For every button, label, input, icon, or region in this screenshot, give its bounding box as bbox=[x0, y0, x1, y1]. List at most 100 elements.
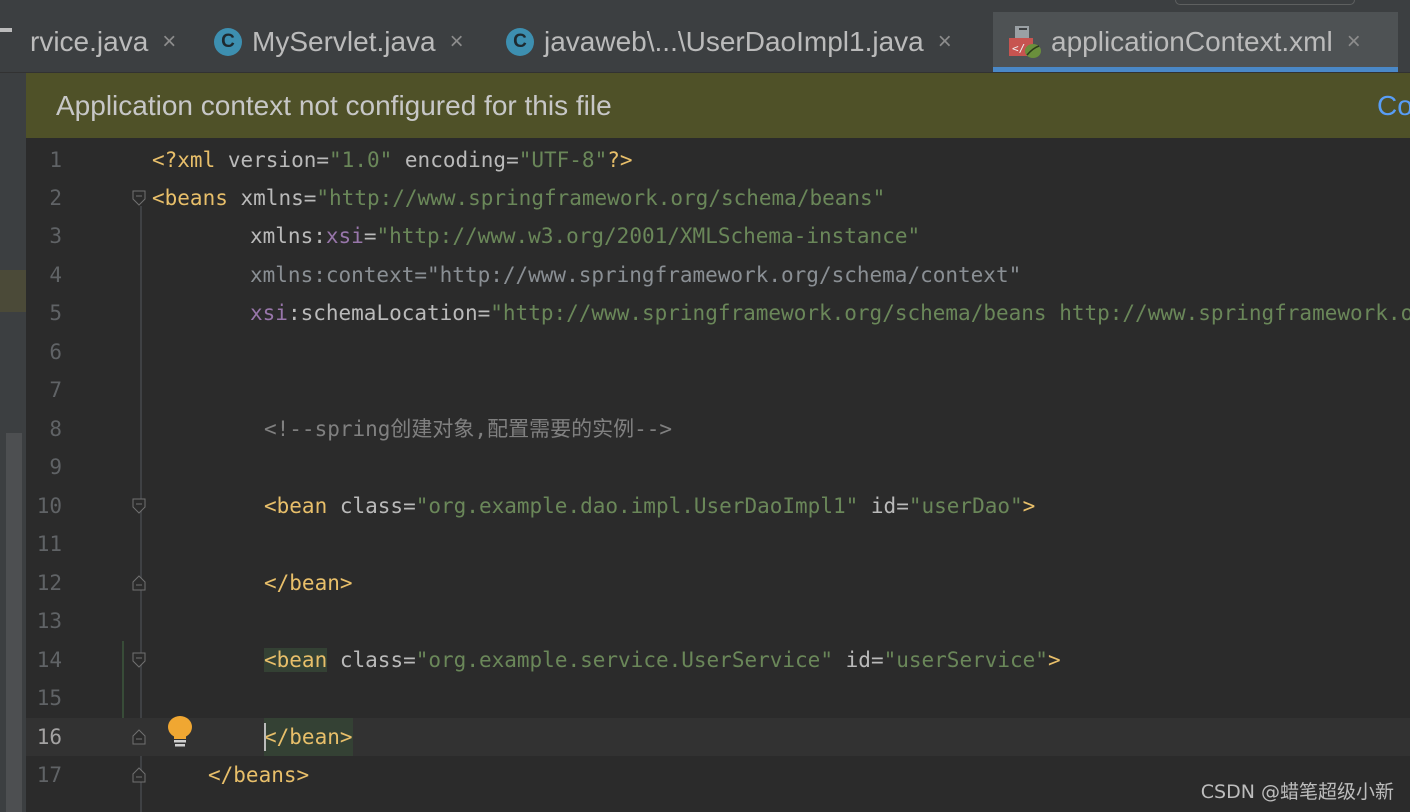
token: = bbox=[303, 186, 317, 210]
tab-userservice-java[interactable]: rvice.java × bbox=[30, 12, 176, 72]
token: = bbox=[506, 148, 519, 172]
close-tab-icon[interactable]: × bbox=[1347, 28, 1361, 56]
line-code: <?xml version="1.0" encoding="UTF-8"?> bbox=[152, 141, 633, 179]
code-line: 2 <beans xmlns="http://www.springframewo… bbox=[26, 179, 1410, 217]
code-line: 14 <bean class="org.example.service.User… bbox=[26, 641, 1410, 679]
token: "org.example.dao.impl.UserDaoImpl1" bbox=[415, 494, 859, 518]
matched-tag-highlight: </bean> bbox=[264, 718, 353, 756]
line-number: 8 bbox=[49, 417, 62, 441]
tab-applicationcontext-xml[interactable]: </ applicationContext.xml × bbox=[993, 12, 1398, 72]
matched-tag-highlight: <bean bbox=[264, 648, 328, 672]
token: "userService" bbox=[883, 648, 1048, 672]
token: version bbox=[227, 148, 317, 172]
fold-close-icon[interactable] bbox=[132, 729, 146, 745]
tab-userdaoimpl1-java[interactable]: C javaweb\...\UserDaoImpl1.java × bbox=[506, 12, 952, 72]
watermark: CSDN @蜡笔超级小新 bbox=[1200, 781, 1394, 803]
fold-open-icon[interactable] bbox=[132, 190, 146, 206]
tab-myservlet-java[interactable]: C MyServlet.java × bbox=[214, 12, 464, 72]
java-class-icon: C bbox=[214, 28, 242, 56]
line-number: 3 bbox=[49, 224, 62, 248]
token: > bbox=[1047, 648, 1061, 672]
code-line: 15 bbox=[26, 679, 1410, 717]
line-number: 13 bbox=[36, 609, 62, 633]
token: ?> bbox=[607, 148, 633, 172]
code-line: 12 </bean> bbox=[26, 564, 1410, 602]
line-number: 2 bbox=[49, 186, 62, 210]
line-number: 16 bbox=[36, 725, 62, 749]
line-number: 9 bbox=[49, 455, 62, 479]
code-line: 9 bbox=[26, 448, 1410, 486]
token: = bbox=[316, 148, 330, 172]
tab-label: rvice.java bbox=[30, 26, 149, 57]
line-code: xsi:schemaLocation="http://www.springfra… bbox=[250, 294, 1410, 332]
close-tab-icon[interactable]: × bbox=[162, 28, 176, 56]
svg-text:</: </ bbox=[1012, 42, 1025, 55]
token: xsi bbox=[325, 224, 364, 248]
token: class bbox=[339, 494, 404, 518]
banner-message: Application context not configured for t… bbox=[56, 89, 612, 121]
line-number: 7 bbox=[49, 378, 62, 402]
token: "userDao" bbox=[908, 494, 1023, 518]
token: = bbox=[896, 494, 909, 518]
token: = bbox=[870, 648, 884, 672]
line-code: <bean class="org.example.dao.impl.UserDa… bbox=[264, 487, 1035, 525]
line-number: 6 bbox=[49, 340, 62, 364]
token: encoding bbox=[404, 148, 507, 172]
close-tab-icon[interactable]: × bbox=[450, 28, 464, 56]
token: id bbox=[845, 648, 871, 672]
token: "http://www.w3.org/2001/XMLSchema-instan… bbox=[376, 224, 921, 248]
line-number: 15 bbox=[36, 686, 62, 710]
lightbulb-icon[interactable] bbox=[166, 715, 194, 749]
tab-label: applicationContext.xml bbox=[1051, 26, 1333, 57]
code-line: 13 bbox=[26, 602, 1410, 640]
token: = bbox=[403, 494, 416, 518]
token: <?xml bbox=[152, 148, 228, 172]
line-code: xmlns:xsi="http://www.w3.org/2001/XMLSch… bbox=[250, 217, 920, 255]
unused-namespace-line: xmlns:context="http://www.springframewor… bbox=[250, 263, 1022, 287]
token: "org.example.service.UserService" bbox=[415, 648, 833, 672]
line-number: 5 bbox=[49, 301, 62, 325]
token: "http://www.springframework.org/schema/b… bbox=[490, 301, 1410, 325]
token: : bbox=[287, 301, 301, 325]
token: schemaLocation bbox=[300, 301, 478, 325]
tab-label: MyServlet.java bbox=[252, 26, 436, 57]
line-code: <bean class="org.example.service.UserSer… bbox=[264, 641, 1061, 679]
code-line: 11 bbox=[26, 525, 1410, 563]
fold-open-icon[interactable] bbox=[132, 652, 146, 668]
close-tab-icon[interactable]: × bbox=[938, 28, 952, 56]
token: = bbox=[403, 648, 416, 672]
code-line: 5 xsi:schemaLocation="http://www.springf… bbox=[26, 294, 1410, 332]
fold-open-icon[interactable] bbox=[132, 498, 146, 514]
left-tool-strip bbox=[0, 73, 26, 812]
code-line: 8 <!--spring创建对象,配置需要的实例--> bbox=[26, 410, 1410, 448]
token: <beans bbox=[152, 186, 241, 210]
token: = bbox=[477, 301, 491, 325]
token: class bbox=[339, 648, 404, 672]
project-selection-marker bbox=[0, 270, 26, 312]
xml-comment: <!--spring创建对象,配置需要的实例--> bbox=[264, 417, 673, 441]
code-line: 10 <bean class="org.example.dao.impl.Use… bbox=[26, 487, 1410, 525]
token: xmlns bbox=[240, 186, 304, 210]
token: id bbox=[870, 494, 897, 518]
fold-close-icon[interactable] bbox=[132, 575, 146, 591]
token: = bbox=[363, 224, 377, 248]
line-number: 12 bbox=[36, 571, 62, 595]
code-line: 3 xmlns:xsi="http://www.w3.org/2001/XMLS… bbox=[26, 217, 1410, 255]
java-class-icon: C bbox=[506, 28, 534, 56]
closing-tag: </beans> bbox=[208, 763, 310, 787]
toolbar-edge bbox=[1175, 0, 1355, 5]
fold-close-icon[interactable] bbox=[132, 767, 146, 783]
notification-banner: Application context not configured for t… bbox=[26, 73, 1410, 138]
token: "http://www.springframework.org/schema/b… bbox=[316, 186, 886, 210]
tab-scroll-marker[interactable] bbox=[0, 28, 12, 32]
code-editor[interactable]: 1 <?xml version="1.0" encoding="UTF-8"?>… bbox=[26, 138, 1410, 812]
token: "UTF-8" bbox=[518, 148, 608, 172]
left-scrollbar[interactable] bbox=[6, 433, 22, 812]
line-number: 10 bbox=[36, 494, 62, 518]
token: > bbox=[1022, 494, 1036, 518]
closing-tag: </bean> bbox=[264, 571, 353, 595]
configure-context-link[interactable]: Co bbox=[1377, 90, 1410, 122]
